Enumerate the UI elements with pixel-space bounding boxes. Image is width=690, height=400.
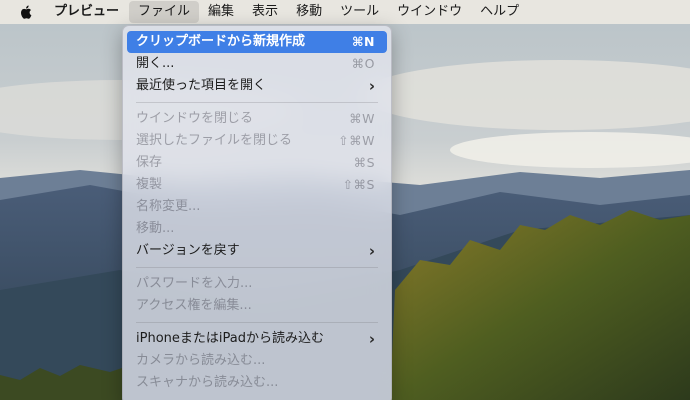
- menu-item-duplicate[interactable]: 複製 ⇧⌘S: [127, 174, 387, 196]
- menu-separator: [136, 322, 378, 323]
- menu-item-label: 保存: [136, 155, 163, 170]
- apple-menu-button[interactable]: [0, 0, 50, 24]
- chevron-right-icon: ›: [368, 330, 375, 348]
- menu-window[interactable]: ウインドウ: [388, 1, 471, 23]
- menu-item-label: 開く...: [136, 56, 175, 71]
- menu-item-label: iPhoneまたはiPadから読み込む: [136, 331, 324, 346]
- menu-item-revert-to[interactable]: バージョンを戻す ›: [127, 240, 387, 262]
- menu-item-label: ウインドウを閉じる: [136, 111, 254, 126]
- apple-logo-icon: [21, 5, 32, 19]
- menu-view[interactable]: 表示: [243, 1, 287, 23]
- chevron-right-icon: ›: [368, 242, 375, 260]
- menu-edit[interactable]: 編集: [199, 1, 243, 23]
- app-name-menu[interactable]: プレビュー: [50, 0, 129, 24]
- menu-item-close-selected-file[interactable]: 選択したファイルを閉じる ⇧⌘W: [127, 130, 387, 152]
- shortcut-label: ⌘W: [349, 111, 375, 126]
- menu-item-label: 名称変更...: [136, 199, 201, 214]
- menu-go[interactable]: 移動: [287, 1, 331, 23]
- menu-item-save[interactable]: 保存 ⌘S: [127, 152, 387, 174]
- shortcut-label: ⌘O: [351, 56, 375, 71]
- shortcut-label: ⌘S: [353, 155, 375, 170]
- menu-item-close-window[interactable]: ウインドウを閉じる ⌘W: [127, 108, 387, 130]
- chevron-right-icon: ›: [368, 77, 375, 95]
- menu-item-open-recent[interactable]: 最近使った項目を開く ›: [127, 75, 387, 97]
- menu-item-label: バージョンを戻す: [136, 243, 240, 258]
- shortcut-label: ⇧⌘S: [342, 177, 375, 192]
- shortcut-label: ⌘N: [351, 34, 375, 49]
- menu-item-import-from-scanner[interactable]: スキャナから読み込む...: [127, 372, 387, 394]
- menu-item-label: スキャナから読み込む...: [136, 375, 279, 390]
- shortcut-label: ⇧⌘W: [338, 133, 375, 148]
- menu-item-label: クリップボードから新規作成: [136, 34, 306, 49]
- menu-separator: [136, 267, 378, 268]
- menu-item-open[interactable]: 開く... ⌘O: [127, 53, 387, 75]
- menu-item-import-from-camera[interactable]: カメラから読み込む...: [127, 350, 387, 372]
- menu-item-enter-password[interactable]: パスワードを入力...: [127, 273, 387, 295]
- menu-item-label: アクセス権を編集...: [136, 298, 252, 313]
- menu-item-new-from-clipboard[interactable]: クリップボードから新規作成 ⌘N: [127, 31, 387, 53]
- menu-item-import-from-iphone-ipad[interactable]: iPhoneまたはiPadから読み込む ›: [127, 328, 387, 350]
- menu-separator: [136, 102, 378, 103]
- menu-item-label: 選択したファイルを閉じる: [136, 133, 293, 148]
- menu-item-move[interactable]: 移動...: [127, 218, 387, 240]
- menu-item-label: カメラから読み込む...: [136, 353, 266, 368]
- menu-bar: プレビュー ファイル 編集 表示 移動 ツール ウインドウ ヘルプ: [0, 0, 690, 24]
- menu-item-label: 移動...: [136, 221, 175, 236]
- menu-item-edit-permissions[interactable]: アクセス権を編集...: [127, 295, 387, 317]
- menu-help[interactable]: ヘルプ: [471, 1, 528, 23]
- menu-file[interactable]: ファイル: [129, 1, 200, 23]
- menu-item-label: 複製: [136, 177, 163, 192]
- menu-tools[interactable]: ツール: [331, 1, 388, 23]
- menu-item-label: パスワードを入力...: [136, 276, 253, 291]
- file-menu-dropdown: クリップボードから新規作成 ⌘N 開く... ⌘O 最近使った項目を開く › ウ…: [122, 25, 392, 400]
- menu-item-rename[interactable]: 名称変更...: [127, 196, 387, 218]
- menu-item-label: 最近使った項目を開く: [136, 78, 267, 93]
